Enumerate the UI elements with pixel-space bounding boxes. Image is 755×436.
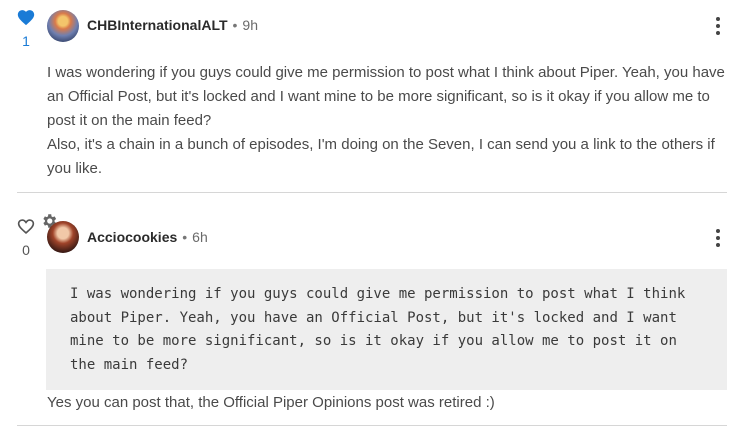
comment-paragraph: I was wondering if you guys could give m…: [47, 64, 725, 129]
comment-meta: Acciocookies • 6h: [87, 229, 208, 245]
more-options-icon[interactable]: [708, 14, 728, 38]
like-count: 1: [22, 33, 30, 49]
comment-paragraph: Also, it's a chain in a bunch of episode…: [47, 136, 715, 177]
like-count: 0: [22, 242, 30, 258]
separator-dot: •: [232, 17, 238, 33]
quoted-text: I was wondering if you guys could give m…: [46, 269, 727, 390]
avatar[interactable]: [47, 10, 79, 42]
avatar[interactable]: [47, 221, 79, 253]
comment-meta: CHBInternationalALT • 9h: [87, 17, 258, 33]
timestamp: 9h: [242, 17, 258, 33]
reply-text: Yes you can post that, the Official Pipe…: [47, 394, 495, 411]
timestamp: 6h: [192, 229, 208, 245]
like-control[interactable]: 1: [10, 8, 42, 49]
like-control[interactable]: 0: [10, 217, 42, 258]
comment-body: I was wondering if you guys could give m…: [47, 61, 737, 181]
heart-outline-icon[interactable]: [16, 217, 36, 235]
comment: 1 CHBInternationalALT • 9h I was wonderi…: [0, 0, 755, 193]
username[interactable]: Acciocookies: [87, 229, 177, 245]
more-options-icon[interactable]: [708, 226, 728, 250]
heart-filled-icon[interactable]: [16, 8, 36, 26]
comment: 0 Acciocookies • 6h I was wondering if y…: [0, 193, 755, 436]
separator-dot: •: [182, 229, 188, 245]
divider: [17, 425, 727, 426]
username[interactable]: CHBInternationalALT: [87, 17, 228, 33]
